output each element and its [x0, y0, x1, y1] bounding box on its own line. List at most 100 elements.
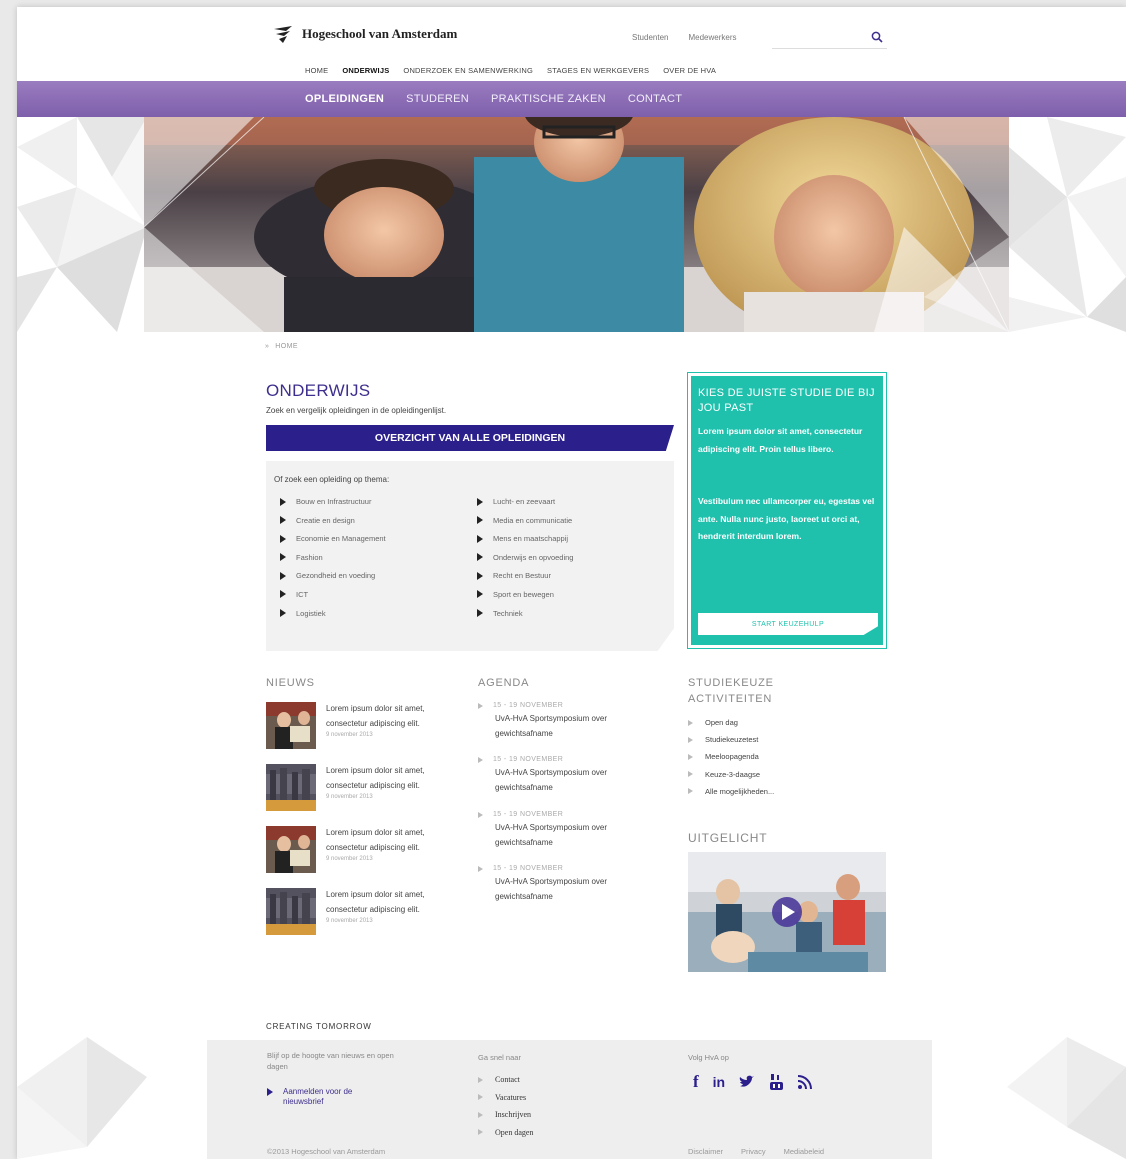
- newsletter-text: Blijf op de hoogte van nieuws en open da…: [267, 1051, 394, 1071]
- legal-link-mediabeleid[interactable]: Mediabeleid: [784, 1147, 824, 1156]
- sub-nav-studeren[interactable]: STUDEREN: [406, 93, 469, 105]
- theme-item[interactable]: Fashion: [280, 553, 386, 562]
- footer-link[interactable]: Open dagen: [478, 1128, 533, 1137]
- news-date: 9 november 2013: [326, 794, 373, 800]
- theme-item[interactable]: Lucht- en zeevaart: [477, 497, 573, 506]
- study-choice-text: Lorem ipsum dolor sit amet, consectetur …: [698, 426, 863, 454]
- footer-link[interactable]: Inschrijven: [478, 1110, 533, 1119]
- featured-heading: UITGELICHT: [688, 831, 768, 845]
- agenda-text: UvA-HvA Sportsymposium over gewichtsafna…: [495, 714, 608, 738]
- main-nav-stages[interactable]: STAGES EN WERKGEVERS: [547, 66, 649, 75]
- theme-item-label: Logistiek: [296, 608, 326, 618]
- newsletter-link[interactable]: Aanmelden voor de nieuwsbrief: [267, 1087, 383, 1107]
- main-nav-onderzoek[interactable]: ONDERZOEK EN SAMENWERKING: [403, 66, 533, 75]
- news-text: Lorem ipsum dolor sit amet, consectetur …: [326, 888, 431, 935]
- activity-label: Meeloopagenda: [705, 752, 759, 762]
- theme-item-label: Economie en Management: [296, 534, 386, 544]
- main-nav-onderwijs[interactable]: ONDERWIJS: [342, 66, 389, 75]
- news-item[interactable]: Lorem ipsum dolor sit amet, consectetur …: [266, 826, 431, 873]
- goto-links: Contact Vacatures Inschrijven Open dagen: [478, 1075, 533, 1137]
- theme-list-right: Lucht- en zeevaart Media en communicatie…: [477, 497, 573, 618]
- agenda-item[interactable]: 15 - 19 NOVEMBER UvA-HvA Sportsymposium …: [478, 702, 648, 741]
- triangle-bullet-icon: [477, 516, 483, 525]
- hero-image: [144, 117, 1009, 332]
- news-item[interactable]: Lorem ipsum dolor sit amet, consectetur …: [266, 702, 431, 749]
- agenda-date: 15 - 19 NOVEMBER: [493, 756, 564, 763]
- twitter-icon[interactable]: [739, 1075, 755, 1089]
- linkedin-icon[interactable]: in: [713, 1074, 725, 1090]
- facebook-icon[interactable]: f: [693, 1073, 699, 1090]
- theme-item[interactable]: Onderwijs en opvoeding: [477, 553, 573, 562]
- triangle-bullet-icon: [478, 1094, 483, 1100]
- theme-item[interactable]: Creatie en design: [280, 516, 386, 525]
- youtube-icon[interactable]: [769, 1074, 784, 1090]
- top-link-studenten[interactable]: Studenten: [632, 33, 668, 42]
- triangle-bullet-icon: [478, 702, 483, 709]
- sub-nav-opleidingen[interactable]: OPLEIDINGEN: [305, 93, 384, 105]
- main-nav: HOME ONDERWIJS ONDERZOEK EN SAMENWERKING…: [305, 66, 716, 75]
- theme-item[interactable]: Economie en Management: [280, 534, 386, 543]
- search-input[interactable]: [772, 31, 887, 49]
- study-choice-title: KIES DE JUISTE STUDIE DIE BIJ JOU PAST: [698, 387, 875, 414]
- theme-item-label: Sport en bewegen: [493, 589, 554, 599]
- theme-item[interactable]: Media en communicatie: [477, 516, 573, 525]
- sub-nav: OPLEIDINGEN STUDEREN PRAKTISCHE ZAKEN CO…: [305, 93, 682, 105]
- theme-item[interactable]: Recht en Bestuur: [477, 571, 573, 580]
- agenda-heading: AGENDA: [478, 677, 530, 689]
- featured-video[interactable]: [688, 852, 886, 972]
- all-programmes-button[interactable]: OVERZICHT VAN ALLE OPLEIDINGEN: [266, 425, 674, 451]
- activity-link[interactable]: Open dag: [688, 718, 774, 727]
- start-keuzehulp-button[interactable]: START KEUZEHULP: [698, 613, 878, 635]
- theme-item[interactable]: Bouw en Infrastructuur: [280, 497, 386, 506]
- theme-item-label: Gezondheid en voeding: [296, 571, 376, 581]
- breadcrumb-separator: »: [265, 343, 270, 350]
- triangle-bullet-icon: [477, 497, 483, 506]
- main-nav-over[interactable]: OVER DE HVA: [663, 66, 716, 75]
- search-icon[interactable]: [871, 31, 883, 43]
- legal-link-privacy[interactable]: Privacy: [741, 1147, 766, 1156]
- footer-link-label: Vacatures: [495, 1092, 527, 1102]
- rss-icon[interactable]: [798, 1075, 813, 1089]
- footer-link[interactable]: Contact: [478, 1075, 533, 1084]
- activity-link[interactable]: Keuze-3-daagse: [688, 770, 774, 779]
- news-date: 9 november 2013: [326, 732, 373, 738]
- activities-heading: STUDIEKEUZE ACTIVITEITEN: [688, 677, 774, 705]
- agenda-item[interactable]: 15 - 19 NOVEMBER UvA-HvA Sportsymposium …: [478, 756, 648, 795]
- theme-item-label: Techniek: [493, 608, 523, 618]
- top-links: Studenten Medewerkers: [632, 33, 737, 42]
- sub-nav-contact[interactable]: CONTACT: [628, 93, 682, 105]
- triangle-bullet-icon: [478, 865, 483, 872]
- sub-nav-praktische-zaken[interactable]: PRAKTISCHE ZAKEN: [491, 93, 606, 105]
- footer-link[interactable]: Vacatures: [478, 1093, 533, 1102]
- news-heading: NIEUWS: [266, 677, 315, 689]
- triangle-bullet-icon: [280, 534, 286, 543]
- top-link-medewerkers[interactable]: Medewerkers: [688, 33, 736, 42]
- legal-link-disclaimer[interactable]: Disclaimer: [688, 1147, 723, 1156]
- activities-list: Open dag Studiekeuzetest Meeloopagenda K…: [688, 718, 774, 796]
- news-thumbnail: [266, 888, 316, 935]
- news-thumbnail: [266, 702, 316, 749]
- theme-item[interactable]: Gezondheid en voeding: [280, 571, 386, 580]
- triangle-bullet-icon: [280, 609, 286, 618]
- news-text: Lorem ipsum dolor sit amet, consectetur …: [326, 702, 431, 749]
- news-item[interactable]: Lorem ipsum dolor sit amet, consectetur …: [266, 764, 431, 811]
- theme-item[interactable]: ICT: [280, 590, 386, 599]
- activity-link[interactable]: Alle mogelijkheden...: [688, 787, 774, 796]
- theme-item[interactable]: Techniek: [477, 609, 573, 618]
- activity-label: Keuze-3-daagse: [705, 769, 761, 779]
- activity-link[interactable]: Studiekeuzetest: [688, 735, 774, 744]
- news-item[interactable]: Lorem ipsum dolor sit amet, consectetur …: [266, 888, 431, 935]
- page-title: ONDERWIJS: [266, 381, 371, 400]
- triangle-bullet-icon: [267, 1088, 273, 1096]
- theme-item[interactable]: Mens en maatschappij: [477, 534, 573, 543]
- logo[interactable]: Hogeschool van Amsterdam: [272, 23, 457, 45]
- theme-item[interactable]: Logistiek: [280, 609, 386, 618]
- theme-item[interactable]: Sport en bewegen: [477, 590, 573, 599]
- news-text: Lorem ipsum dolor sit amet, consectetur …: [326, 764, 431, 811]
- agenda-item[interactable]: 15 - 19 NOVEMBER UvA-HvA Sportsymposium …: [478, 865, 648, 904]
- activity-link[interactable]: Meeloopagenda: [688, 752, 774, 761]
- agenda-text: UvA-HvA Sportsymposium over gewichtsafna…: [495, 877, 608, 901]
- main-nav-home[interactable]: HOME: [305, 66, 328, 75]
- agenda-item[interactable]: 15 - 19 NOVEMBER UvA-HvA Sportsymposium …: [478, 811, 648, 850]
- breadcrumb-home[interactable]: HOME: [275, 343, 298, 350]
